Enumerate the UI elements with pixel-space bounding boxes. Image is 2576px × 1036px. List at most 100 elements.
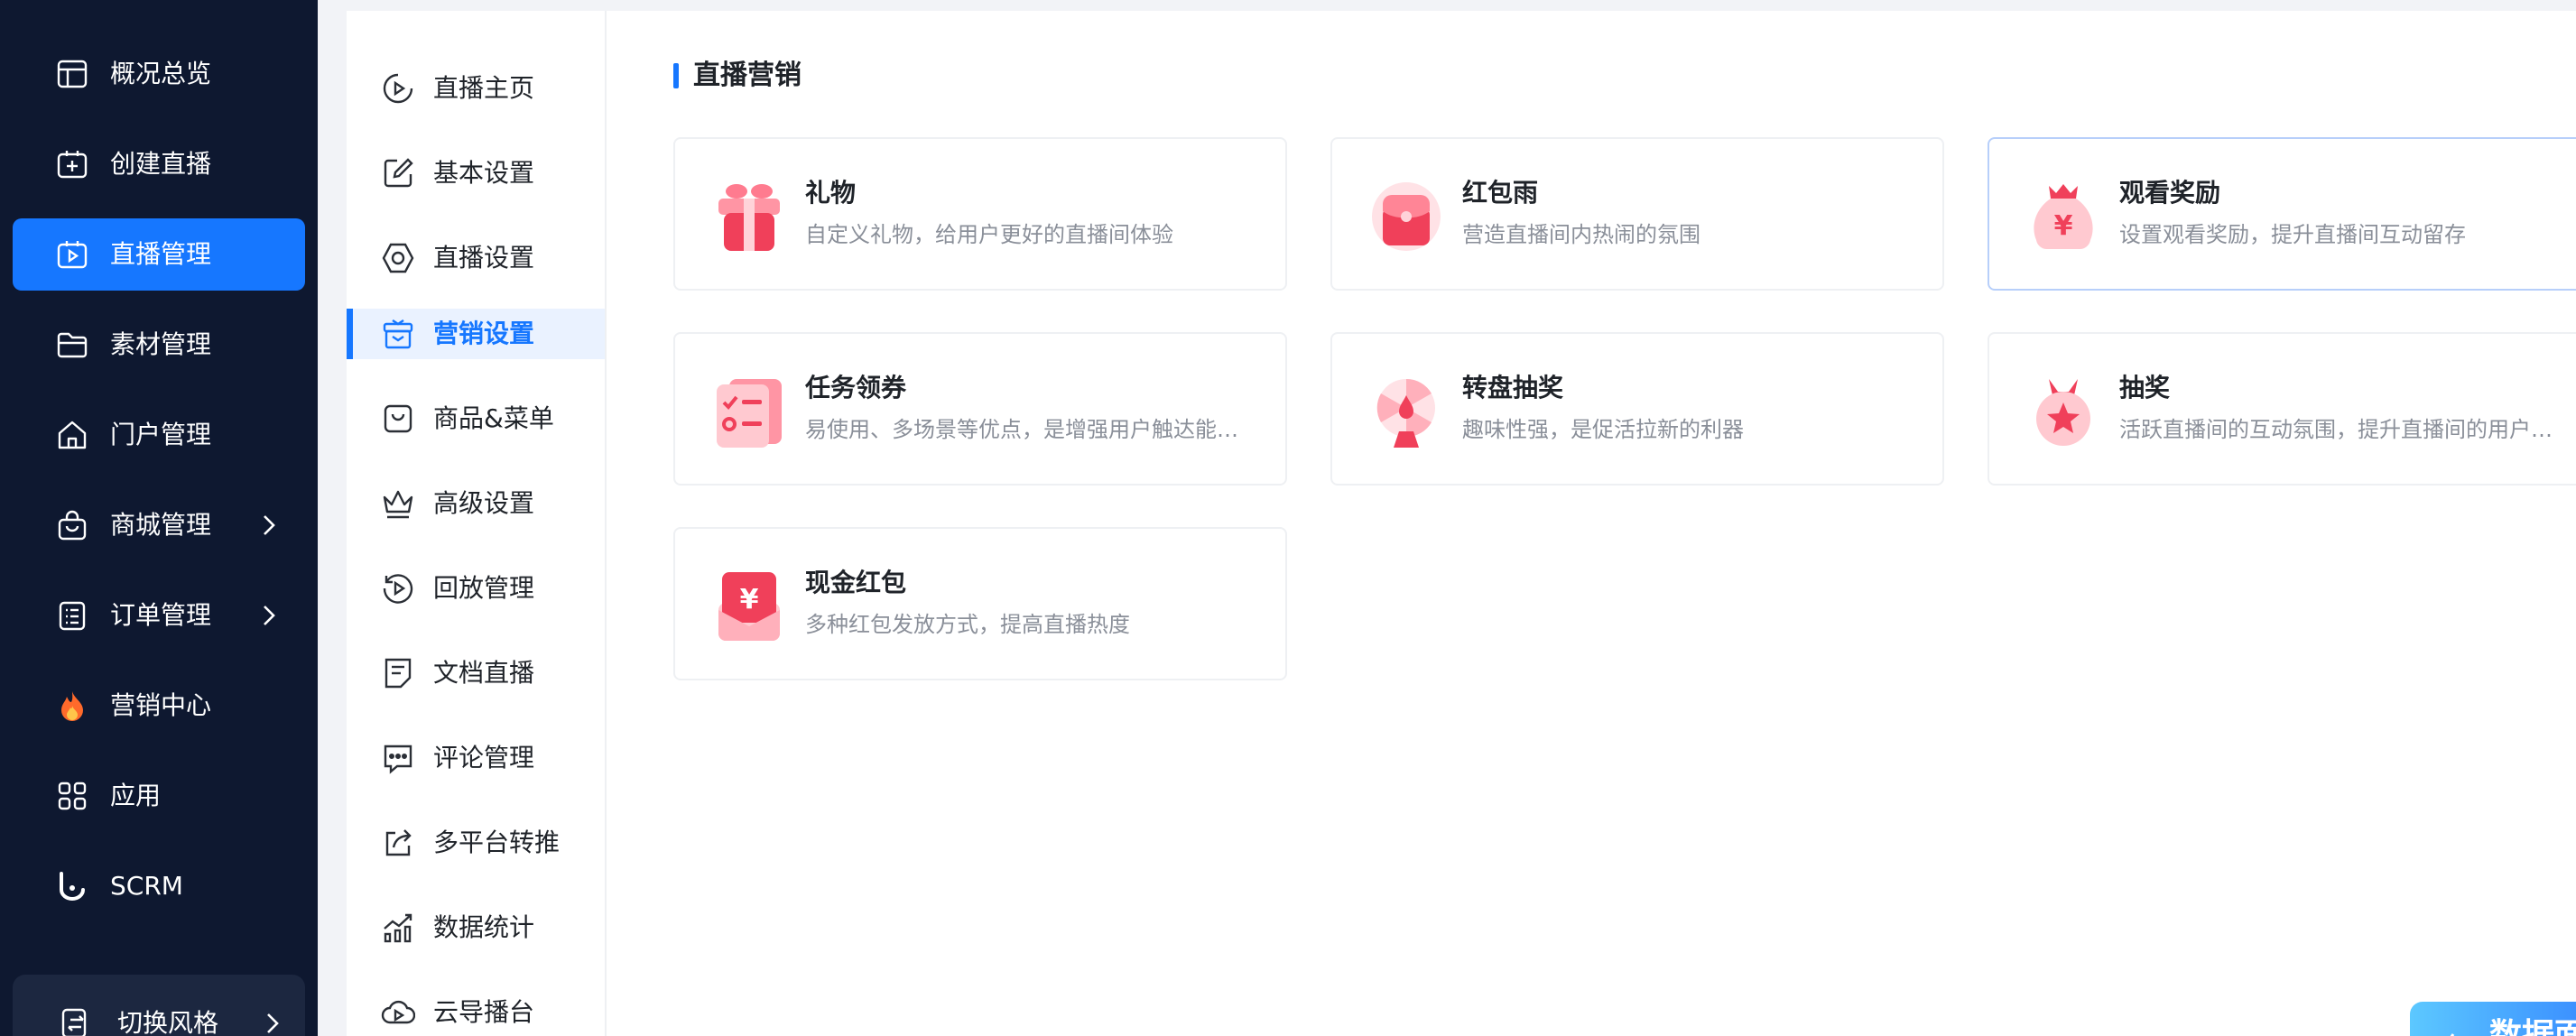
sidebar-item-label: 订单管理 xyxy=(110,600,212,630)
marketing-card-gift[interactable]: 礼物 自定义礼物，给用户更好的直播间体验 xyxy=(673,137,1287,291)
section-title: 直播营销 xyxy=(673,58,802,94)
card-title: 红包雨 xyxy=(1462,178,1539,208)
sidebar-item-overview[interactable]: 概况总览 xyxy=(13,38,305,110)
sidebar-item-orders[interactable]: 订单管理 xyxy=(13,579,305,652)
dashboard-icon xyxy=(56,58,88,90)
create-live-icon xyxy=(56,148,88,180)
marketing-card-lucky-wheel[interactable]: 转盘抽奖 趣味性强，是促活拉新的利器 xyxy=(1330,332,1944,486)
card-description: 设置观看奖励，提升直播间互动留存 xyxy=(2119,222,2466,247)
card-title: 抽奖 xyxy=(2119,373,2171,402)
subnav-item-label: 直播设置 xyxy=(433,243,535,273)
sidebar-item-label: SCRM xyxy=(110,871,183,901)
card-description: 自定义礼物，给用户更好的直播间体验 xyxy=(805,222,1173,247)
gift-box-icon xyxy=(381,317,415,351)
chevron-right-icon xyxy=(255,511,283,540)
cash-red-packet-icon: ¥ xyxy=(709,567,789,646)
lucky-wheel-icon xyxy=(1367,372,1446,451)
sidebar-item-label: 商城管理 xyxy=(110,510,212,540)
hexagon-settings-icon xyxy=(381,241,415,275)
card-description: 活跃直播间的互动氛围，提升直播间的用户参与度 xyxy=(2119,417,2571,442)
subnav-item-label: 回放管理 xyxy=(433,573,535,603)
subnav-item-label: 云导播台 xyxy=(433,997,535,1027)
card-description: 易使用、多场景等优点，是增强用户触达能力的利器 xyxy=(805,417,1256,442)
subnav-item-label: 基本设置 xyxy=(433,158,535,188)
money-bag-icon: ¥ xyxy=(2024,177,2103,256)
fire-icon xyxy=(56,689,88,722)
data-panel-button[interactable]: 数据面板 xyxy=(2410,1002,2576,1036)
marketing-card-task-coupon[interactable]: 任务领券 易使用、多场景等优点，是增强用户触达能力的利器 xyxy=(673,332,1287,486)
card-title: 现金红包 xyxy=(805,568,907,597)
document-icon xyxy=(381,656,415,690)
subnav-item-label: 高级设置 xyxy=(433,488,535,518)
marketing-card-watch-reward[interactable]: ¥ 观看奖励 设置观看奖励，提升直播间互动留存 xyxy=(1988,137,2576,291)
sidebar-item-mall[interactable]: 商城管理 xyxy=(13,489,305,561)
sidebar-item-label: 创建直播 xyxy=(110,149,212,179)
comment-icon xyxy=(381,741,415,775)
card-title: 礼物 xyxy=(805,178,857,208)
main-sidebar: 概况总览 创建直播 直播管理 素材管理 门户管理 商城管理 订单管理 营销中心 … xyxy=(0,0,318,1036)
folder-icon xyxy=(56,328,88,361)
subnav-item-multi-platform[interactable]: 多平台转推 xyxy=(347,818,605,868)
card-title: 任务领券 xyxy=(805,373,907,402)
subnav-item-label: 评论管理 xyxy=(433,743,535,772)
sidebar-item-label: 直播管理 xyxy=(110,239,212,269)
sidebar-item-scrm[interactable]: SCRM xyxy=(13,850,305,922)
subnav-item-basic-settings[interactable]: 基本设置 xyxy=(347,148,605,199)
switch-style-button[interactable]: 切换风格 xyxy=(13,975,305,1036)
card-description: 多种红包发放方式，提高直播热度 xyxy=(805,612,1130,637)
share-icon xyxy=(381,826,415,860)
subnav-item-marketing-settings[interactable]: 营销设置 xyxy=(347,309,605,359)
gift-icon xyxy=(709,177,789,256)
marketing-card-red-packet-rain[interactable]: 红包雨 营造直播间内热闹的氛围 xyxy=(1330,137,1944,291)
data-panel-label: 数据面板 xyxy=(2489,1017,2576,1036)
live-manage-icon xyxy=(56,238,88,271)
subnav-item-goods-menu[interactable]: 商品&菜单 xyxy=(347,393,605,444)
switch-icon xyxy=(60,1007,92,1036)
svg-text:¥: ¥ xyxy=(740,584,759,615)
sidebar-item-live-manage[interactable]: 直播管理 xyxy=(13,218,305,291)
lottery-icon xyxy=(2024,372,2103,451)
card-description: 营造直播间内热闹的氛围 xyxy=(1462,222,1700,247)
sidebar-item-label: 应用 xyxy=(110,781,162,810)
red-packet-rain-icon xyxy=(1367,177,1446,256)
live-settings-subnav: 直播主页 基本设置 直播设置 营销设置 商品&菜单 高级设置 回放管理 文档直播… xyxy=(347,11,607,1036)
marketing-card-cash-red-packet[interactable]: ¥ 现金红包 多种红包发放方式，提高直播热度 xyxy=(673,527,1287,680)
subnav-item-doc-live[interactable]: 文档直播 xyxy=(347,648,605,698)
order-list-icon xyxy=(56,599,88,632)
subnav-item-label: 商品&菜单 xyxy=(433,403,554,433)
subnav-item-replay[interactable]: 回放管理 xyxy=(347,563,605,614)
subnav-item-label: 直播主页 xyxy=(433,73,535,103)
sidebar-item-marketing-center[interactable]: 营销中心 xyxy=(13,670,305,742)
subnav-item-label: 文档直播 xyxy=(433,658,535,688)
chevron-right-icon xyxy=(258,1009,287,1036)
apps-grid-icon xyxy=(56,780,88,812)
card-title: 观看奖励 xyxy=(2119,178,2221,208)
card-description: 趣味性强，是促活拉新的利器 xyxy=(1462,417,1744,442)
subnav-item-advanced-settings[interactable]: 高级设置 xyxy=(347,478,605,529)
task-coupon-icon xyxy=(709,372,789,451)
replay-icon xyxy=(381,571,415,606)
marketing-card-lottery[interactable]: 抽奖 活跃直播间的互动氛围，提升直播间的用户参与度 xyxy=(1988,332,2576,486)
sidebar-item-portal[interactable]: 门户管理 xyxy=(13,399,305,471)
subnav-item-label: 多平台转推 xyxy=(433,828,561,857)
content-panel: 直播主页 基本设置 直播设置 营销设置 商品&菜单 高级设置 回放管理 文档直播… xyxy=(347,11,2576,1036)
subnav-item-cloud-director[interactable]: 云导播台 xyxy=(347,987,605,1036)
play-circle-icon xyxy=(381,71,415,106)
scrm-logo-icon xyxy=(56,870,88,902)
sidebar-item-apps[interactable]: 应用 xyxy=(13,760,305,832)
chart-icon xyxy=(381,911,415,945)
subnav-item-live-settings[interactable]: 直播设置 xyxy=(347,233,605,283)
sidebar-item-label: 营销中心 xyxy=(110,690,212,720)
subnav-item-live-home[interactable]: 直播主页 xyxy=(347,63,605,114)
sidebar-item-create-live[interactable]: 创建直播 xyxy=(13,128,305,200)
cloud-icon xyxy=(381,995,415,1030)
subnav-item-comments[interactable]: 评论管理 xyxy=(347,733,605,783)
subnav-item-statistics[interactable]: 数据统计 xyxy=(347,902,605,953)
data-panel-icon xyxy=(2430,1027,2457,1036)
svg-text:¥: ¥ xyxy=(2054,210,2073,242)
switch-style-label: 切换风格 xyxy=(117,1008,219,1036)
sidebar-item-label: 素材管理 xyxy=(110,329,212,359)
card-title: 转盘抽奖 xyxy=(1462,373,1564,402)
bag-icon xyxy=(381,402,415,436)
sidebar-item-materials[interactable]: 素材管理 xyxy=(13,309,305,381)
